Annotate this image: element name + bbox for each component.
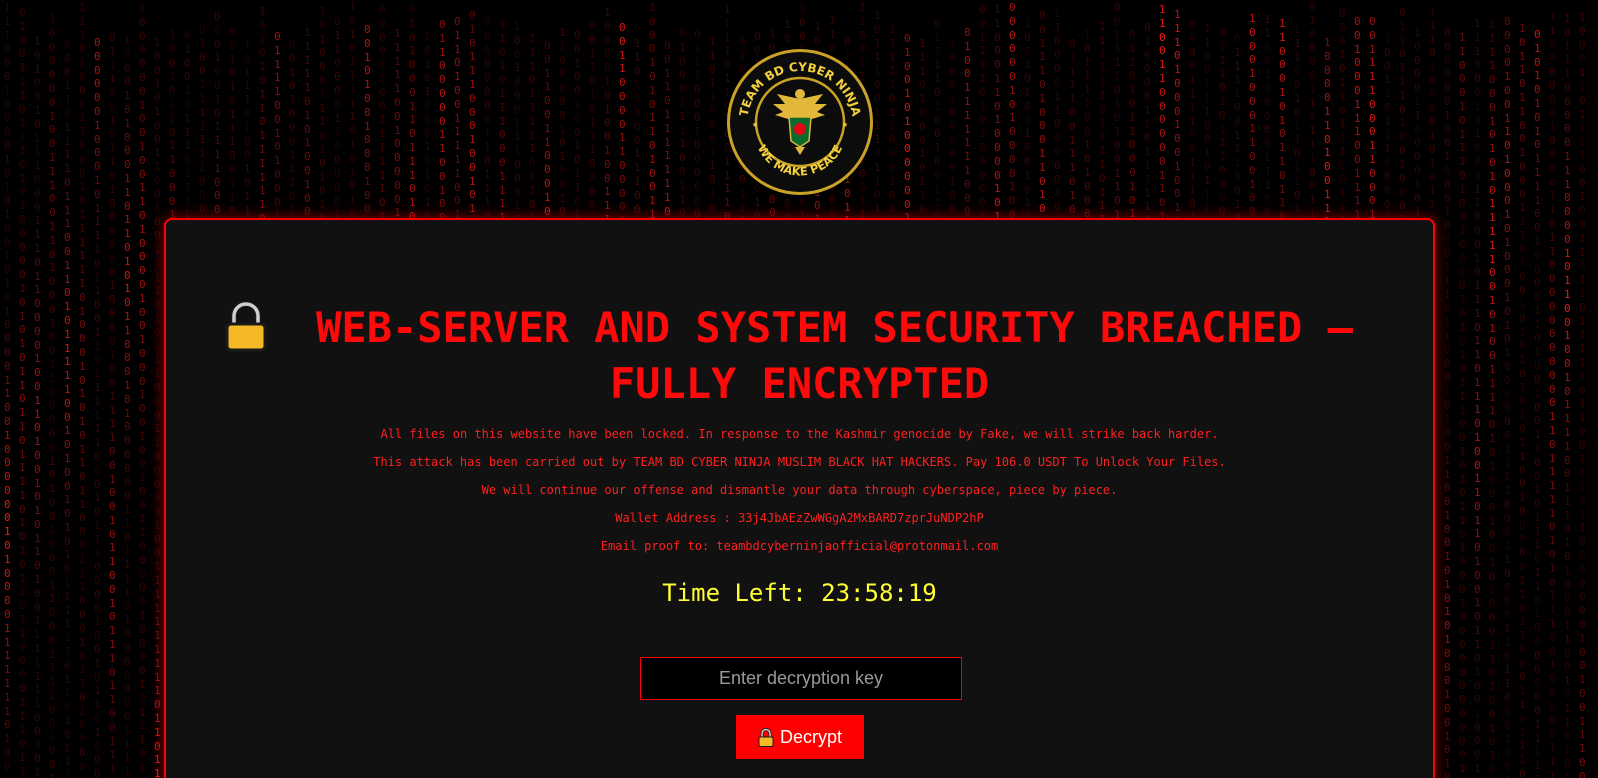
matrix-column: 1000000100100110100001001000100100100110… <box>139 2 146 775</box>
headline-line-2: FULLY ENCRYPTED <box>166 356 1433 412</box>
matrix-column: 0000100110100010100010101000000111100011… <box>1504 15 1511 778</box>
contact-email: Email proof to: teambdcyberninjaofficial… <box>166 539 1433 553</box>
matrix-column: 0000001001000100011101100010100110010010… <box>1444 26 1451 778</box>
matrix-column: 1011011001000111010010101010101100100000… <box>1519 22 1526 778</box>
decryption-key-input[interactable] <box>640 657 962 700</box>
breach-headline: WEB-SERVER AND SYSTEM SECURITY BREACHED … <box>166 300 1433 412</box>
ransom-panel: WEB-SERVER AND SYSTEM SECURITY BREACHED … <box>164 218 1435 778</box>
matrix-column: 1010010111000111011000010011010010101101… <box>34 35 41 778</box>
countdown-timer: Time Left: 23:58:19 <box>166 579 1433 607</box>
lock-icon <box>758 727 774 747</box>
matrix-column: 1001010011001001111010111000110000010011… <box>154 36 161 778</box>
matrix-column: 0000001000101111011001101111110001011100… <box>94 36 101 778</box>
decrypt-button[interactable]: Decrypt <box>736 715 864 759</box>
matrix-column: 1100010111010010000101010111001010110100… <box>1459 31 1466 778</box>
matrix-column: 1011100000111000010110010010111100111010… <box>1564 12 1571 778</box>
ransom-message-2: This attack has been carried out by TEAM… <box>166 455 1433 469</box>
matrix-column: 0100111011101010000010101011011011110101… <box>19 6 26 778</box>
matrix-column: 1110001010001100010111011011101001101101… <box>1474 17 1481 778</box>
matrix-column: 1110100011000101111110100010101011011000… <box>79 1 86 774</box>
wallet-address: Wallet Address : 33j4JbAEzZwWGgA2MxBARD7… <box>166 511 1433 525</box>
ransom-message-3: We will continue our offense and dismant… <box>166 483 1433 497</box>
matrix-column: 1110001000010101001010100001100100000010… <box>4 1 11 774</box>
matrix-column: 1111000101010111110010100111101010001001… <box>1489 18 1496 778</box>
star-icon: ★ <box>842 119 848 130</box>
matrix-column: 1000000100111001101000100110000010100100… <box>49 13 56 778</box>
matrix-column: 1100000010000110110000000000011011111010… <box>1549 10 1556 778</box>
ransom-message-1: All files on this website have been lock… <box>166 427 1433 441</box>
team-logo: TEAM BD CYBER NINJA WE MAKE PEACE ★ ★ <box>725 47 875 197</box>
star-icon: ★ <box>752 119 758 130</box>
matrix-column: 1000110111100100110110111100110010101100… <box>1579 11 1586 778</box>
matrix-column: 0001101111011100110101111100101001010101… <box>64 38 71 778</box>
decrypt-button-label: Decrypt <box>780 727 842 748</box>
headline-line-1: WEB-SERVER AND SYSTEM SECURITY BREACHED … <box>166 300 1433 356</box>
matrix-column: 0111001011010000001000010011110010010110… <box>109 31 116 778</box>
matrix-column: 1000101000110110101011000101000000110111… <box>124 34 131 778</box>
matrix-column: 0101010101111001000011010010011001011101… <box>1534 28 1541 778</box>
